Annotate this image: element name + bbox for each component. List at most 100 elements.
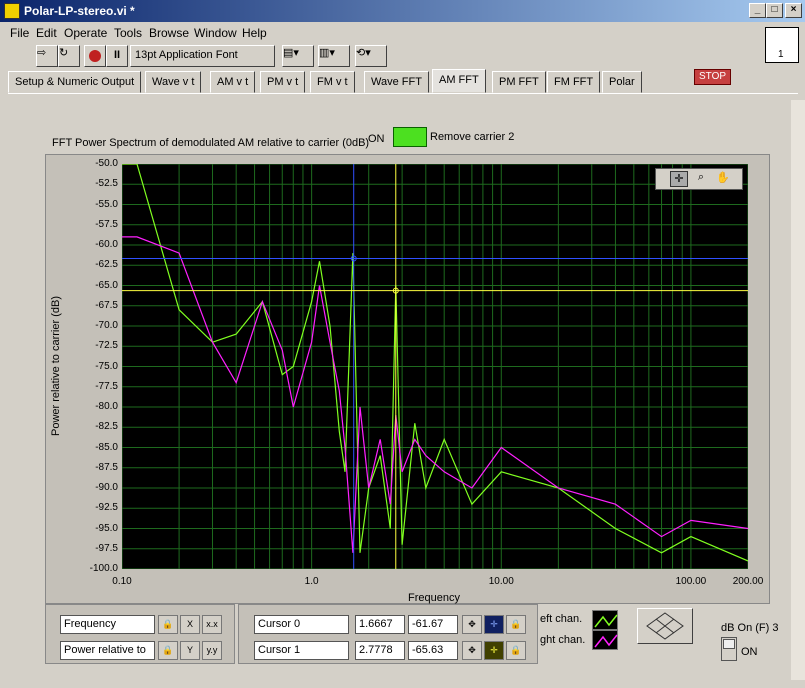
x-tick-label: 0.10	[112, 576, 132, 587]
distribute-icon[interactable]: ▥▾	[318, 45, 350, 67]
graph-palette[interactable]: ✛ ⌕ ✋	[655, 168, 743, 190]
y-tick-label: -77.5	[95, 380, 118, 392]
tab-bar: Setup & Numeric Output Wave v t AM v t P…	[8, 69, 798, 93]
y-tick-label: -85.0	[95, 441, 118, 453]
y-scale-name[interactable]: Power relative to	[60, 641, 155, 660]
labview-icon	[4, 3, 20, 19]
zoom-icon[interactable]: ⌕	[692, 171, 710, 187]
stop-button[interactable]: STOP	[694, 69, 731, 85]
tab-polar[interactable]: Polar	[602, 71, 642, 93]
cursor1-y[interactable]: -65.63	[408, 641, 458, 660]
cursor0-move-icon[interactable]: ✥	[462, 615, 482, 634]
menu-help[interactable]: Help	[242, 26, 267, 40]
graph-navigation-button[interactable]	[637, 608, 693, 644]
vi-icon-label: 1	[778, 49, 784, 60]
y-lock-icon[interactable]: 🔒	[158, 641, 178, 660]
menu-edit[interactable]: Edit	[36, 26, 57, 40]
x-tick-label: 10.00	[488, 576, 514, 587]
tab-fm-vt[interactable]: FM v t	[310, 71, 355, 93]
y-axis: -50.0 -52.5 -55.0 -57.5 -60.0 -62.5 -65.0 -67.5…	[70, 158, 118, 574]
cursor1-move-icon[interactable]: ✥	[462, 641, 482, 660]
run-arrow-icon[interactable]: ⇨	[36, 45, 58, 67]
cursor0-lock-icon[interactable]: 🔒	[506, 615, 526, 634]
y-tick-label: -87.5	[95, 461, 118, 473]
cursor0-y[interactable]: -61.67	[408, 615, 458, 634]
tab-pm-fft[interactable]: PM FFT	[492, 71, 546, 93]
menu-bar: File Edit Operate Tools Browse Window He…	[0, 22, 805, 42]
cursor1-x[interactable]: 2.7778	[355, 641, 405, 660]
series-line-left	[122, 164, 748, 562]
graph-title: FFT Power Spectrum of demodulated AM rel…	[52, 137, 370, 149]
y-tick-label: -55.0	[95, 198, 118, 210]
x-tick-label: 200.00	[732, 576, 764, 587]
remove-carrier-label: Remove carrier 2	[430, 131, 515, 143]
y-tick-label: -60.0	[95, 239, 118, 250]
cursor0-name[interactable]: Cursor 0	[254, 615, 349, 634]
y-tick-label: -97.5	[95, 542, 118, 554]
close-button[interactable]: ×	[785, 3, 802, 18]
x-tick-label: 1.0	[304, 576, 319, 587]
tab-fm-fft[interactable]: FM FFT	[547, 71, 601, 93]
pan-hand-icon[interactable]: ✋	[714, 171, 732, 187]
y-tick-label: -72.5	[95, 340, 118, 352]
tab-wave-fft[interactable]: Wave FFT	[364, 71, 429, 93]
y-tick-label: -100.0	[89, 563, 118, 574]
align-icon[interactable]: ▤▾	[282, 45, 314, 67]
right-chan-swatch[interactable]	[592, 630, 618, 650]
right-chan-label: ght chan.	[540, 634, 586, 646]
toolbar: ⇨ ↻ II 13pt Application Font ▤▾ ▥▾ ⟲▾	[0, 42, 760, 70]
menu-operate[interactable]: Operate	[64, 26, 107, 40]
y-tick-label: -50.0	[95, 158, 118, 169]
font-select[interactable]: 13pt Application Font	[130, 45, 275, 67]
y-format-icon[interactable]: y.y	[202, 641, 222, 660]
fft-plot[interactable]	[122, 164, 748, 569]
vi-icon: 1	[765, 27, 799, 63]
y-tick-label: -80.0	[95, 401, 118, 412]
db-toggle-state: ON	[741, 646, 758, 658]
y-tick-label: -70.0	[95, 320, 118, 331]
y-tick-label: -62.5	[95, 259, 118, 271]
x-tick-label: 100.00	[675, 576, 707, 587]
y-tick-label: -57.5	[95, 218, 118, 230]
y-tick-label: -95.0	[95, 522, 118, 534]
y-tick-label: -82.5	[95, 421, 118, 433]
minimize-button[interactable]: _	[749, 3, 766, 18]
y-autoscale-icon[interactable]: Y	[180, 641, 200, 660]
series-line-right	[122, 236, 748, 553]
y-tick-label: -52.5	[95, 178, 118, 190]
cursor1-name[interactable]: Cursor 1	[254, 641, 349, 660]
left-chan-swatch[interactable]	[592, 610, 618, 630]
left-chan-label: eft chan.	[540, 613, 583, 625]
crosshair-icon[interactable]: ✛	[670, 171, 688, 187]
x-scale-name[interactable]: Frequency	[60, 615, 155, 634]
cursor0-style-icon[interactable]: ✛	[484, 615, 504, 634]
tab-setup[interactable]: Setup & Numeric Output	[8, 71, 142, 93]
tab-wave-vt[interactable]: Wave v t	[145, 71, 202, 93]
window-title: Polar-LP-stereo.vi *	[24, 4, 135, 18]
cursor0-x[interactable]: 1.6667	[355, 615, 405, 634]
x-autoscale-icon[interactable]: X	[180, 615, 200, 634]
maximize-button[interactable]: □	[766, 3, 783, 18]
remove-carrier-button[interactable]	[393, 127, 427, 147]
reorder-icon[interactable]: ⟲▾	[355, 45, 387, 67]
x-lock-icon[interactable]: 🔒	[158, 615, 178, 634]
db-toggle-switch[interactable]	[721, 637, 737, 661]
tab-pm-vt[interactable]: PM v t	[260, 71, 306, 93]
tab-am-vt[interactable]: AM v t	[210, 71, 256, 93]
pause-icon[interactable]: II	[106, 45, 128, 67]
vertical-scrollbar[interactable]	[791, 100, 805, 680]
x-format-icon[interactable]: x.x	[202, 615, 222, 634]
cursor1-style-icon[interactable]: ✛	[484, 641, 504, 660]
abort-icon[interactable]	[84, 45, 106, 67]
title-bar: Polar-LP-stereo.vi * _ □ ×	[0, 0, 805, 22]
menu-browse[interactable]: Browse	[149, 26, 189, 40]
db-toggle-label: dB On (F) 3	[721, 622, 779, 634]
menu-window[interactable]: Window	[194, 26, 237, 40]
y-axis-label: Power relative to carrier (dB)	[50, 296, 62, 436]
menu-tools[interactable]: Tools	[114, 26, 142, 40]
y-tick-label: -90.0	[95, 482, 118, 493]
tab-am-fft[interactable]: AM FFT	[432, 69, 486, 93]
menu-file[interactable]: File	[10, 26, 29, 40]
run-continuously-icon[interactable]: ↻	[58, 45, 80, 67]
cursor1-lock-icon[interactable]: 🔒	[506, 641, 526, 660]
